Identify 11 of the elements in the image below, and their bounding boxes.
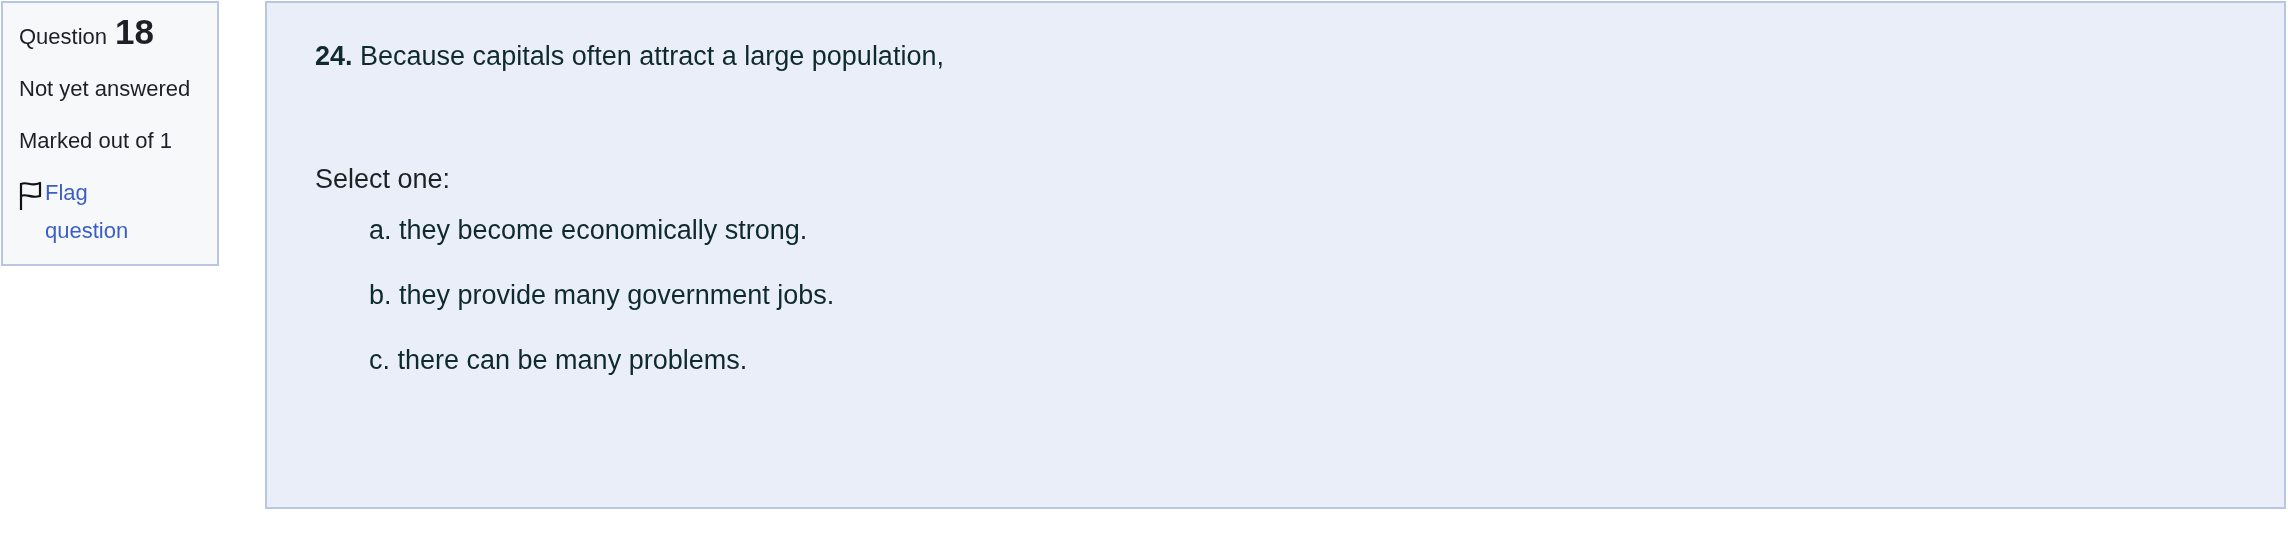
flag-question-link[interactable]: Flag question <box>45 174 155 250</box>
question-text: 24. Because capitals often attract a large population, <box>315 41 945 72</box>
answer-option[interactable]: c. there can be many problems. <box>369 345 2236 376</box>
answer-option[interactable]: a. they become economically strong. <box>369 215 2236 246</box>
question-number: 18 <box>115 13 154 51</box>
question-label: Question <box>19 23 108 51</box>
select-prompt: Select one: <box>315 164 452 195</box>
answer-option[interactable]: b. they provide many government jobs. <box>369 280 2236 311</box>
answer-status: Not yet answered <box>19 75 192 103</box>
flag-icon[interactable] <box>19 180 43 212</box>
marks-text: Marked out of 1 <box>19 127 173 155</box>
